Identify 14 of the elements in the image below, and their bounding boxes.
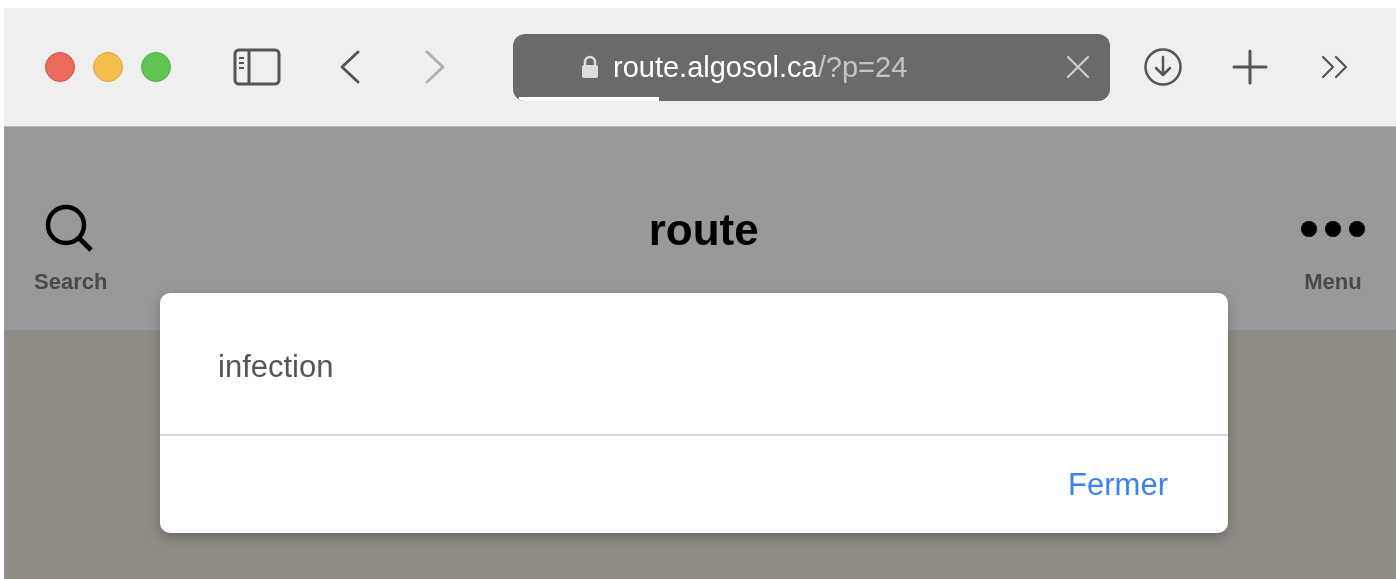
close-dialog-button[interactable]: Fermer	[1068, 466, 1168, 503]
lock-icon	[581, 55, 599, 79]
sidebar-icon[interactable]	[233, 48, 281, 86]
back-icon[interactable]	[339, 49, 361, 85]
search-button[interactable]: Search	[34, 203, 108, 295]
clear-icon[interactable]	[1066, 55, 1090, 79]
new-tab-icon[interactable]	[1232, 49, 1268, 85]
download-icon[interactable]	[1143, 47, 1183, 87]
close-button[interactable]	[45, 52, 75, 82]
url-text: route.algosol.ca/?p=24	[613, 50, 908, 84]
address-bar[interactable]: route.algosol.ca/?p=24	[513, 33, 1110, 101]
menu-button[interactable]: Menu	[1300, 203, 1366, 295]
site-title[interactable]: route	[648, 205, 759, 255]
alert-message: infection	[160, 293, 1228, 436]
